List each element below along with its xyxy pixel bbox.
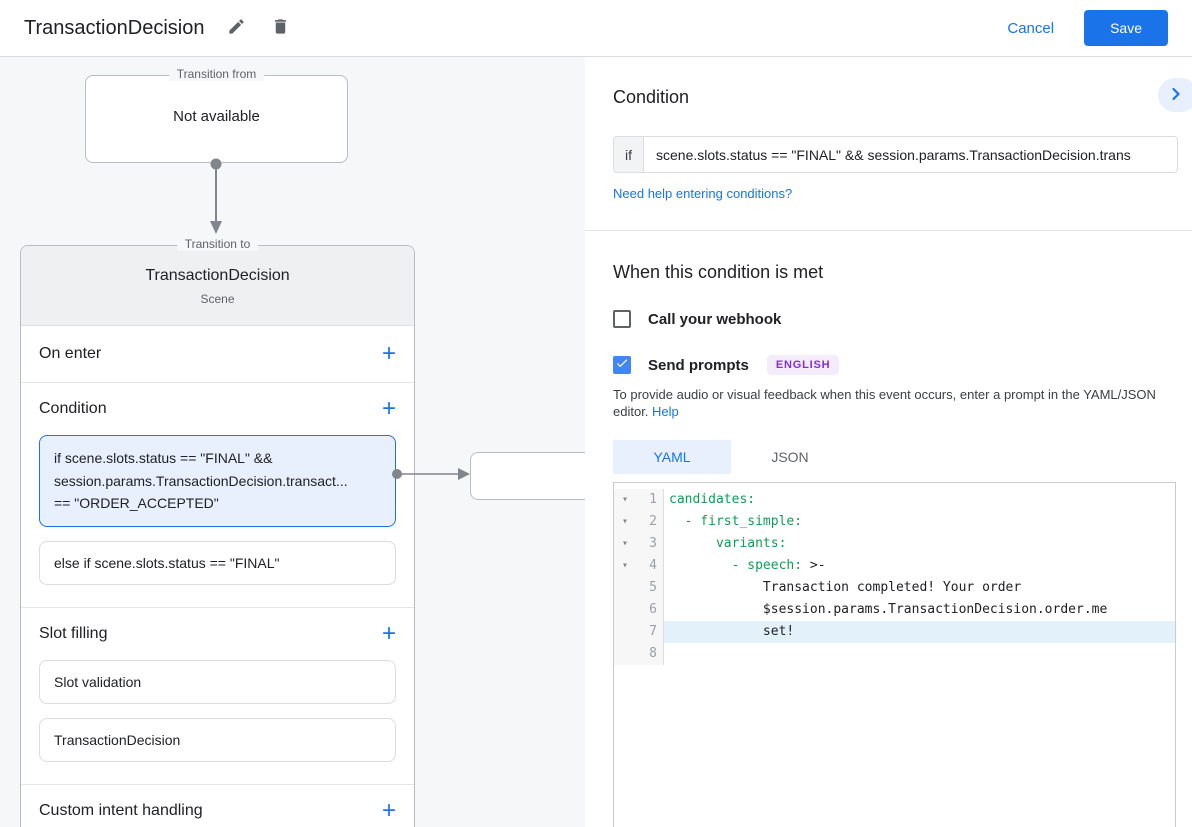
code-line[interactable]: 6 $session.params.TransactionDecision.or…: [614, 599, 1175, 621]
chevron-right-icon: [1166, 84, 1186, 107]
scene-header[interactable]: TransactionDecision Scene: [21, 246, 414, 326]
code-line[interactable]: ▾2 - first_simple:: [614, 511, 1175, 533]
edit-title-button[interactable]: [224, 16, 248, 40]
prompts-description: To provide audio or visual feedback when…: [613, 386, 1175, 420]
transition-from-box[interactable]: Transition from Not available: [85, 75, 348, 163]
code-lines: ▾1candidates:▾2 - first_simple:▾3 varian…: [614, 489, 1175, 665]
add-custom-intent-button[interactable]: +: [382, 799, 396, 823]
tab-yaml[interactable]: YAML: [613, 440, 731, 474]
webhook-label: Call your webhook: [648, 311, 781, 328]
when-condition-heading: When this condition is met: [613, 231, 1178, 283]
fold-gutter: [614, 643, 636, 665]
code-line[interactable]: ▾1candidates:: [614, 489, 1175, 511]
fold-arrow-icon[interactable]: ▾: [614, 555, 636, 577]
scene-flow-canvas: Transition from Not available Transition…: [0, 57, 585, 827]
check-icon: [615, 356, 629, 375]
send-prompts-label: Send prompts: [648, 357, 749, 374]
code-text[interactable]: - first_simple:: [664, 511, 1175, 533]
on-enter-section: On enter +: [21, 326, 414, 383]
line-number: 1: [636, 489, 664, 511]
condition-section-label: Condition: [39, 400, 107, 418]
code-text[interactable]: candidates:: [664, 489, 1175, 511]
on-enter-label: On enter: [39, 345, 101, 363]
yaml-code-editor[interactable]: ▾1candidates:▾2 - first_simple:▾3 varian…: [613, 482, 1176, 827]
tab-json[interactable]: JSON: [745, 440, 835, 474]
delete-scene-button[interactable]: [268, 16, 292, 40]
transition-to-label: Transition to: [177, 237, 259, 251]
scene-type: Scene: [21, 292, 414, 306]
line-number: 3: [636, 533, 664, 555]
conditions-help-link[interactable]: Need help entering conditions?: [613, 186, 792, 201]
transition-to-card: Transition to TransactionDecision Scene …: [20, 245, 415, 827]
code-text[interactable]: variants:: [664, 533, 1175, 555]
line-number: 4: [636, 555, 664, 577]
code-line[interactable]: ▾3 variants:: [614, 533, 1175, 555]
scene-name: TransactionDecision: [21, 267, 414, 285]
transition-from-value: Not available: [86, 108, 347, 125]
code-text[interactable]: [664, 643, 1175, 665]
fold-arrow-icon[interactable]: ▾: [614, 511, 636, 533]
fold-gutter: [614, 621, 636, 643]
add-on-enter-button[interactable]: +: [382, 342, 396, 366]
trash-icon: [271, 17, 290, 39]
panel-heading: Condition: [613, 57, 1178, 108]
line-number: 6: [636, 599, 664, 621]
condition-card[interactable]: else if scene.slots.status == "FINAL": [39, 541, 396, 585]
custom-intent-label: Custom intent handling: [39, 802, 203, 820]
line-number: 2: [636, 511, 664, 533]
condition-input-group: if scene.slots.status == "FINAL" && sess…: [613, 136, 1178, 173]
help-link[interactable]: Help: [652, 404, 679, 419]
line-number: 7: [636, 621, 664, 643]
code-line[interactable]: 5 Transaction completed! Your order: [614, 577, 1175, 599]
code-line[interactable]: ▾4 - speech: >-: [614, 555, 1175, 577]
condition-card-selected[interactable]: if scene.slots.status == "FINAL" && sess…: [39, 435, 396, 527]
topbar: TransactionDecision Cancel Save: [0, 0, 1192, 57]
language-badge: ENGLISH: [767, 355, 840, 375]
slot-filling-section-header: Slot filling +: [21, 608, 414, 660]
condition-section-header: Condition +: [21, 383, 414, 435]
send-prompts-checkbox[interactable]: [613, 356, 631, 374]
code-text[interactable]: - speech: >-: [664, 555, 1175, 577]
pencil-icon: [227, 17, 246, 39]
cancel-button[interactable]: Cancel: [1007, 20, 1054, 37]
fold-gutter: [614, 599, 636, 621]
down-arrow-connector: [206, 157, 226, 237]
if-prefix: if: [614, 137, 644, 172]
code-text[interactable]: $session.params.TransactionDecision.orde…: [664, 599, 1175, 621]
line-number: 8: [636, 643, 664, 665]
editor-tabs: YAML JSON: [613, 440, 1178, 474]
slot-filling-label: Slot filling: [39, 625, 107, 643]
fold-arrow-icon[interactable]: ▾: [614, 533, 636, 555]
collapse-panel-button[interactable]: [1158, 78, 1192, 112]
prompts-description-text: To provide audio or visual feedback when…: [613, 387, 1156, 419]
code-text[interactable]: Transaction completed! Your order: [664, 577, 1175, 599]
slot-card[interactable]: TransactionDecision: [39, 718, 396, 762]
condition-transition-connector: [392, 464, 474, 484]
code-line[interactable]: 8: [614, 643, 1175, 665]
webhook-checkbox[interactable]: [613, 310, 631, 328]
transition-target-box[interactable]: [470, 452, 585, 500]
fold-gutter: [614, 577, 636, 599]
fold-arrow-icon[interactable]: ▾: [614, 489, 636, 511]
condition-detail-panel: Condition if scene.slots.status == "FINA…: [585, 57, 1192, 827]
call-webhook-row[interactable]: Call your webhook: [613, 310, 1178, 328]
transition-from-label: Transition from: [169, 67, 265, 81]
condition-expression-input[interactable]: scene.slots.status == "FINAL" && session…: [644, 137, 1177, 172]
slot-validation-card[interactable]: Slot validation: [39, 660, 396, 704]
save-button[interactable]: Save: [1084, 10, 1168, 46]
line-number: 5: [636, 577, 664, 599]
code-line[interactable]: 7 set!: [614, 621, 1175, 643]
page-title: TransactionDecision: [24, 17, 204, 40]
add-slot-button[interactable]: +: [382, 622, 396, 646]
add-condition-button[interactable]: +: [382, 397, 396, 421]
code-text[interactable]: set!: [664, 621, 1175, 643]
send-prompts-row[interactable]: Send prompts ENGLISH: [613, 355, 1178, 375]
custom-intent-section-header: Custom intent handling +: [21, 785, 414, 827]
